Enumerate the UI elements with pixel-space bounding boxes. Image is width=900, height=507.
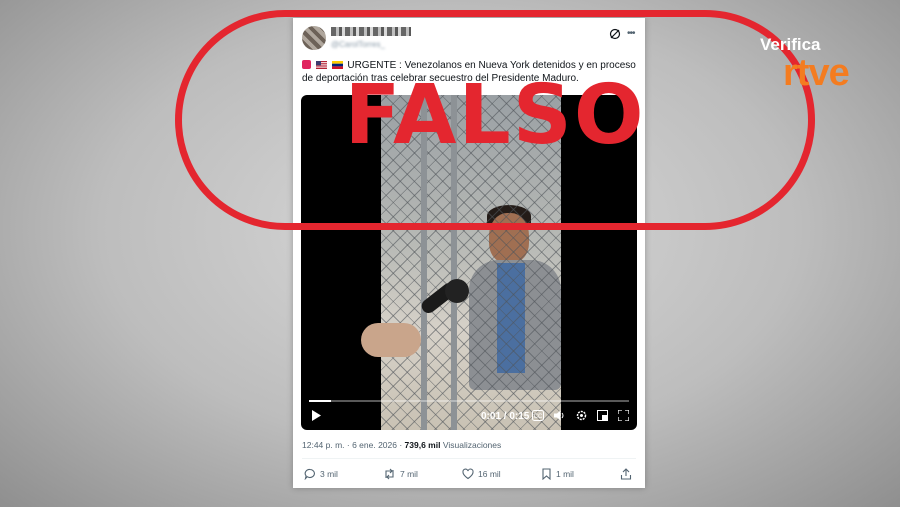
like-count: 16 mil xyxy=(478,469,501,479)
share-button[interactable] xyxy=(620,468,632,480)
reporter-hand xyxy=(361,323,421,357)
falso-stamp-label: FALSO xyxy=(344,68,646,163)
video-progress-fill xyxy=(309,400,332,402)
play-icon[interactable] xyxy=(311,410,321,421)
reply-button[interactable]: 3 mil xyxy=(304,468,338,480)
like-button[interactable]: 16 mil xyxy=(462,468,501,480)
action-bar: 3 mil 7 mil 16 mil 1 mil xyxy=(293,468,645,484)
captions-icon[interactable]: CC xyxy=(532,410,544,421)
repost-icon xyxy=(385,468,394,480)
bookmark-count: 1 mil xyxy=(556,469,574,479)
views-count: 739,6 mil xyxy=(404,440,441,450)
settings-gear-icon[interactable] xyxy=(576,410,587,421)
rtve-logo: rtve xyxy=(783,52,850,94)
reply-icon xyxy=(304,468,315,480)
share-icon xyxy=(620,468,632,480)
reply-count: 3 mil xyxy=(320,469,338,479)
repost-button[interactable]: 7 mil xyxy=(383,468,418,480)
svg-text:CC: CC xyxy=(534,414,543,420)
microphone-icon xyxy=(445,279,469,303)
video-time: 0:01 / 0:15 xyxy=(481,411,530,422)
pip-icon[interactable] xyxy=(597,410,608,421)
tweet-meta: 12:44 p. m. · 6 ene. 2026 · 739,6 mil Vi… xyxy=(302,440,501,450)
heart-icon xyxy=(462,468,474,480)
volume-icon[interactable] xyxy=(554,410,566,421)
bookmark-icon xyxy=(542,468,551,480)
views-label: Visualizaciones xyxy=(440,440,502,450)
repost-count: 7 mil xyxy=(400,469,418,479)
video-controls: 0:01 / 0:15 CC xyxy=(301,407,637,427)
timestamp[interactable]: 12:44 p. m. · 6 ene. 2026 · xyxy=(302,440,405,450)
fullscreen-icon[interactable] xyxy=(618,410,629,421)
bookmark-button[interactable]: 1 mil xyxy=(541,468,574,480)
video-progress-bar[interactable] xyxy=(309,400,629,402)
divider xyxy=(302,458,636,459)
